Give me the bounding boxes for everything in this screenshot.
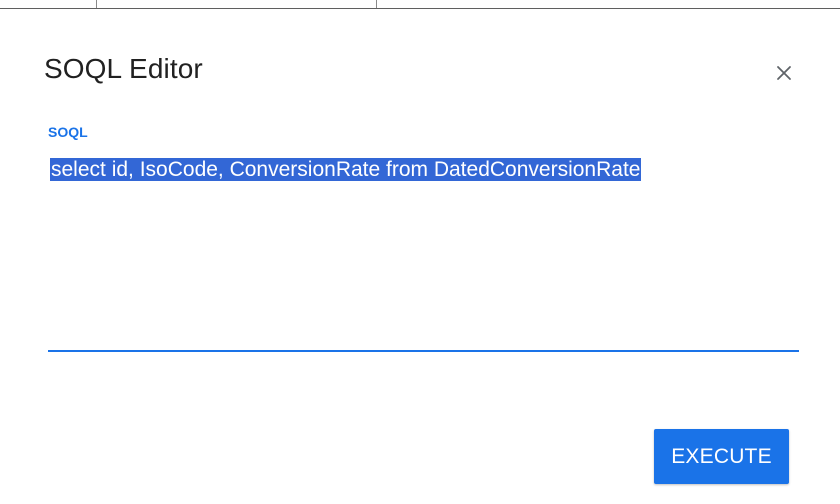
- soql-query-input[interactable]: select id, IsoCode, ConversionRate from …: [50, 155, 795, 305]
- field-underline: [48, 350, 799, 352]
- soql-editor-dialog: SOQL Editor SOQL select id, IsoCode, Con…: [0, 9, 840, 504]
- close-icon: [777, 66, 791, 80]
- close-button[interactable]: [770, 59, 798, 87]
- query-text-selected: select id, IsoCode, ConversionRate from …: [50, 158, 642, 181]
- dialog-title: SOQL Editor: [44, 53, 203, 84]
- field-label: SOQL: [48, 124, 88, 140]
- execute-button[interactable]: EXECUTE: [654, 429, 789, 484]
- soql-query-field: SOQL select id, IsoCode, ConversionRate …: [48, 122, 799, 352]
